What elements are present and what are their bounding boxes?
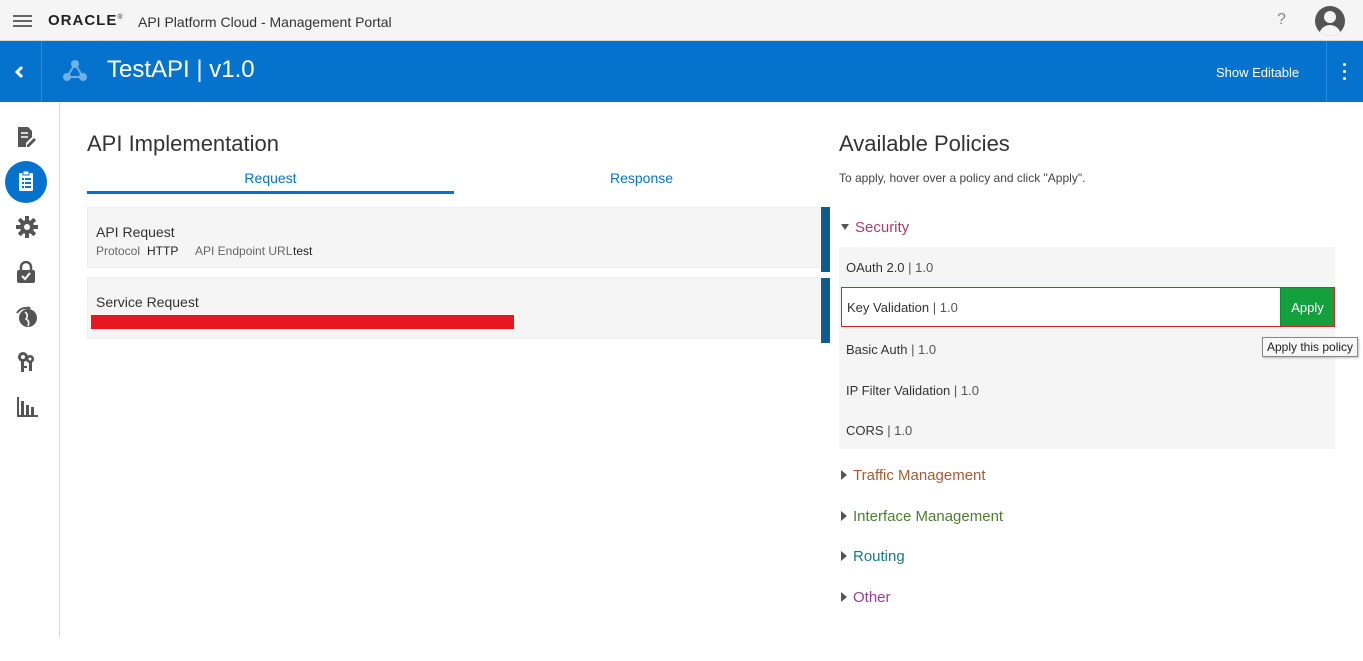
rail-document-edit[interactable]	[5, 116, 47, 158]
lock-icon	[17, 261, 35, 283]
policy-version: | 1.0	[932, 300, 958, 315]
endpoint-value: test	[293, 244, 313, 258]
list-icon	[19, 171, 33, 191]
rail-keys[interactable]	[5, 341, 47, 383]
group-interface-label: Interface Management	[853, 508, 1004, 525]
policy-version: | 1.0	[908, 260, 934, 275]
api-request-card[interactable]: API Request Protocol HTTP API Endpoint U…	[87, 207, 820, 268]
rail-list[interactable]	[5, 161, 47, 203]
policy-name: Key Validation | 1.0	[847, 300, 958, 315]
api-header: TestAPI | v1.0 Show Editable	[0, 41, 1363, 102]
document-edit-icon	[18, 127, 36, 147]
tab-request[interactable]: Request	[87, 170, 454, 194]
collapse-triangle-icon	[841, 224, 849, 231]
group-routing-label: Routing	[853, 548, 905, 565]
rail-deploy[interactable]	[5, 296, 47, 338]
help-icon[interactable]: ?	[1277, 11, 1286, 29]
policy-basic-auth[interactable]: Basic Auth | 1.0	[839, 329, 1335, 369]
service-request-drop-tab	[821, 278, 830, 343]
apply-tooltip: Apply this policy	[1262, 337, 1359, 357]
group-interface-management[interactable]: Interface Management	[841, 508, 1003, 525]
policy-label: OAuth 2.0	[846, 260, 905, 275]
rail-settings[interactable]	[5, 206, 47, 248]
policy-oauth[interactable]: OAuth 2.0 | 1.0	[839, 247, 1335, 287]
api-title: TestAPI | v1.0	[107, 56, 255, 83]
tab-response[interactable]: Response	[458, 170, 825, 194]
oracle-logo: ORACLE®	[48, 12, 124, 29]
policy-name: IP Filter Validation | 1.0	[846, 383, 979, 398]
group-traffic-label: Traffic Management	[853, 467, 986, 484]
group-routing[interactable]: Routing	[841, 548, 905, 565]
policy-name: CORS | 1.0	[846, 423, 912, 438]
expand-triangle-icon	[841, 470, 847, 481]
group-security[interactable]: Security	[841, 219, 909, 236]
policy-version: | 1.0	[911, 342, 937, 357]
policy-label: Basic Auth	[846, 342, 908, 357]
policy-version: | 1.0	[953, 383, 979, 398]
top-bar: ORACLE® API Platform Cloud - Management …	[0, 0, 1363, 41]
api-request-title: API Request	[96, 224, 175, 240]
security-policy-list: OAuth 2.0 | 1.0 Key Validation | 1.0 App…	[839, 247, 1335, 449]
policy-key-validation[interactable]: Key Validation | 1.0 Apply	[841, 287, 1335, 327]
protocol-label: Protocol	[96, 244, 141, 258]
gear-icon	[16, 216, 38, 238]
endpoint-label: API Endpoint URL	[195, 244, 293, 258]
hamburger-menu-icon[interactable]	[13, 15, 32, 28]
keys-icon	[18, 352, 34, 372]
expand-triangle-icon	[841, 511, 847, 522]
api-network-icon	[63, 60, 87, 81]
group-other[interactable]: Other	[841, 589, 891, 606]
expand-triangle-icon	[841, 592, 847, 603]
policies-title: Available Policies	[839, 131, 1010, 156]
globe-icon	[16, 306, 37, 327]
rail-security[interactable]	[5, 251, 47, 293]
rail-analytics[interactable]	[5, 386, 47, 428]
chevron-left-icon	[14, 65, 24, 79]
group-other-label: Other	[853, 589, 891, 606]
policy-label: CORS	[846, 423, 884, 438]
service-request-card[interactable]: Service Request	[87, 277, 820, 339]
service-request-error-bar	[91, 315, 514, 329]
policy-cors[interactable]: CORS | 1.0	[839, 410, 1335, 450]
policy-version: | 1.0	[887, 423, 913, 438]
apply-button[interactable]: Apply	[1280, 288, 1334, 326]
policy-label: IP Filter Validation	[846, 383, 951, 398]
policies-subtitle: To apply, hover over a policy and click …	[839, 171, 1086, 185]
back-button[interactable]	[0, 41, 42, 102]
bar-chart-icon	[17, 397, 38, 417]
app-title: API Platform Cloud - Management Portal	[138, 14, 392, 30]
policy-ip-filter[interactable]: IP Filter Validation | 1.0	[839, 370, 1335, 410]
protocol-value: HTTP	[147, 244, 179, 258]
api-request-drop-tab	[821, 207, 830, 272]
expand-triangle-icon	[841, 551, 847, 562]
more-options-icon[interactable]	[1326, 41, 1363, 102]
policy-label: Key Validation	[847, 300, 930, 315]
show-editable-link[interactable]: Show Editable	[1216, 65, 1299, 80]
left-rail	[0, 102, 60, 637]
implementation-title: API Implementation	[87, 131, 279, 156]
policy-name: OAuth 2.0 | 1.0	[846, 260, 933, 275]
user-avatar[interactable]	[1315, 6, 1345, 36]
service-request-title: Service Request	[96, 294, 199, 310]
group-traffic-management[interactable]: Traffic Management	[841, 467, 986, 484]
group-security-label: Security	[855, 219, 910, 236]
policy-name: Basic Auth | 1.0	[846, 342, 936, 357]
